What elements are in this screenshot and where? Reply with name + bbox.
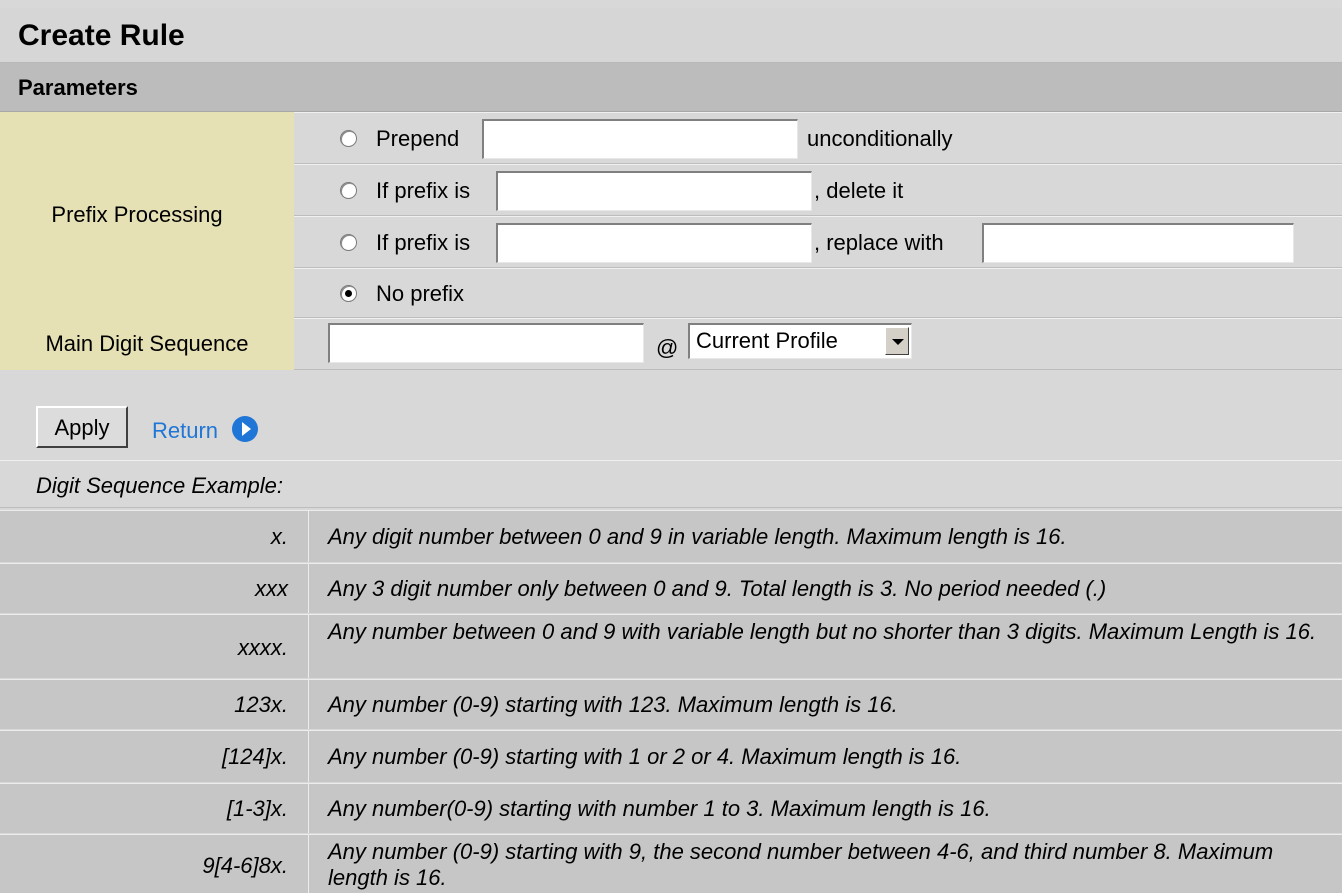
prefix-row-none: No prefix (294, 268, 1342, 318)
column-divider (308, 835, 309, 893)
replace-with-input[interactable] (982, 223, 1294, 263)
parameters-label: Parameters (18, 75, 138, 100)
profile-select-value: Current Profile (696, 328, 838, 353)
return-arrow-icon[interactable] (232, 416, 258, 442)
prepend-suffix: unconditionally (807, 126, 953, 151)
profile-select[interactable]: Current Profile (688, 323, 912, 359)
prepend-radio[interactable] (340, 130, 357, 147)
example-key: [124]x. (221, 744, 288, 769)
example-key: xxx (255, 576, 288, 601)
replace-prefix-suffix: , replace with (814, 230, 944, 255)
digit-sequence-example-title: Digit Sequence Example: (36, 473, 284, 498)
main-digit-sequence-input[interactable] (328, 323, 644, 363)
at-symbol: @ (656, 335, 679, 360)
column-divider (308, 680, 309, 729)
replace-prefix-label: If prefix is (376, 230, 471, 255)
example-row: x. Any digit number between 0 and 9 in v… (0, 510, 1342, 562)
example-description: Any number between 0 and 9 with variable… (328, 619, 1317, 644)
example-description: Any digit number between 0 and 9 in vari… (328, 524, 1067, 549)
parameters-header: Parameters (0, 63, 1342, 112)
example-row: 9[4-6]8x. Any number (0-9) starting with… (0, 834, 1342, 893)
example-key: x. (270, 524, 288, 549)
example-key: [1-3]x. (226, 796, 288, 821)
example-row: xxx Any 3 digit number only between 0 an… (0, 563, 1342, 613)
main-digit-sequence-label: Main Digit Sequence (45, 331, 249, 356)
chevron-down-icon[interactable] (885, 327, 909, 355)
no-prefix-label: No prefix (376, 281, 465, 306)
delete-prefix-radio[interactable] (340, 182, 357, 199)
digit-sequence-example-header: Digit Sequence Example: (0, 460, 1342, 508)
example-description: Any number (0-9) starting with 9, the se… (328, 839, 1274, 890)
title-bar: Create Rule (0, 8, 1342, 63)
delete-prefix-label: If prefix is (376, 178, 471, 203)
example-description: Any number (0-9) starting with 1 or 2 or… (328, 744, 962, 769)
example-row: xxxx. Any number between 0 and 9 with va… (0, 614, 1342, 678)
column-divider (308, 511, 309, 562)
replace-prefix-radio[interactable] (340, 234, 357, 251)
replace-prefix-input[interactable] (496, 223, 812, 263)
main-digit-sequence-row: @ Current Profile (294, 318, 1342, 370)
example-row: 123x. Any number (0-9) starting with 123… (0, 679, 1342, 729)
prefix-row-prepend: Prepend unconditionally (294, 112, 1342, 164)
example-key: xxxx. (237, 635, 288, 660)
column-divider (308, 615, 309, 678)
example-row: [1-3]x. Any number(0-9) starting with nu… (0, 783, 1342, 833)
example-key: 9[4-6]8x. (202, 853, 288, 878)
example-description: Any 3 digit number only between 0 and 9.… (328, 576, 1107, 601)
prepend-label: Prepend (376, 126, 460, 151)
page-title: Create Rule (18, 19, 185, 52)
example-description: Any number (0-9) starting with 123. Maxi… (328, 692, 898, 717)
prefix-row-replace: If prefix is , replace with (294, 216, 1342, 268)
main-digit-sequence-label-cell: Main Digit Sequence (0, 318, 294, 370)
column-divider (308, 784, 309, 833)
apply-button[interactable]: Apply (36, 406, 128, 448)
no-prefix-radio[interactable] (340, 285, 357, 302)
prefix-processing-label-cell: Prefix Processing (0, 112, 294, 318)
example-row: [124]x. Any number (0-9) starting with 1… (0, 730, 1342, 782)
return-link[interactable]: Return (152, 418, 218, 444)
delete-prefix-input[interactable] (496, 171, 812, 211)
delete-prefix-suffix: , delete it (814, 178, 904, 203)
example-description: Any number(0-9) starting with number 1 t… (328, 796, 991, 821)
prepend-input[interactable] (482, 119, 798, 159)
prefix-processing-label: Prefix Processing (51, 202, 223, 227)
column-divider (308, 731, 309, 782)
prefix-row-delete: If prefix is , delete it (294, 164, 1342, 216)
example-key: 123x. (234, 692, 288, 717)
column-divider (308, 564, 309, 613)
